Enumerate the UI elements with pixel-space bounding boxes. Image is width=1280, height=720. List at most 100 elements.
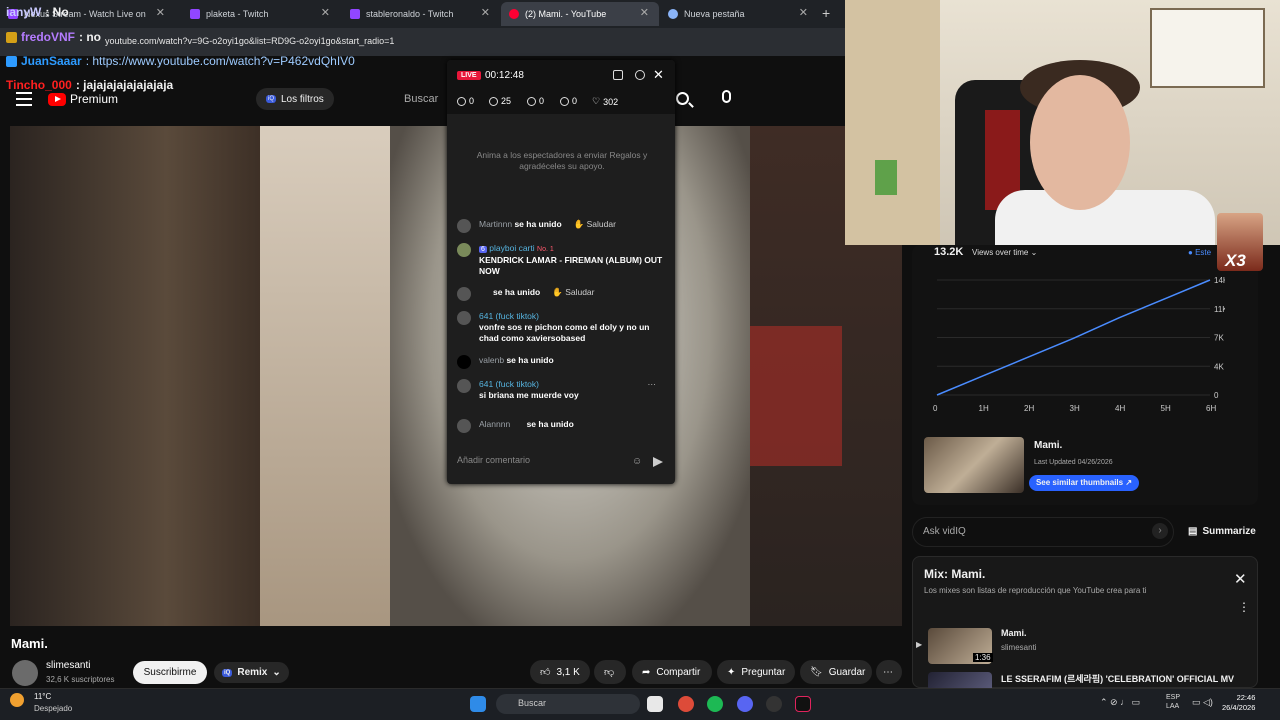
chevron-down-icon: ⌄ — [272, 667, 281, 678]
y-tick-label: 11K — [1214, 305, 1225, 314]
save-button[interactable]: 🔖︎ Guardar — [800, 660, 872, 684]
close-tab-icon[interactable]: ✕ — [799, 6, 808, 19]
share-button[interactable]: ➦ Compartir — [632, 660, 712, 684]
weather-icon[interactable] — [10, 693, 24, 707]
channel-avatar[interactable] — [12, 660, 38, 686]
chat-line: ianyW: No — [6, 5, 69, 19]
tab-new[interactable]: Nueva pestaña ✕ — [660, 2, 818, 26]
chat-line: fredoVNF: no — [6, 30, 101, 44]
discord-icon[interactable] — [737, 696, 753, 712]
system-tray-icons[interactable]: ⌃ ⊘ ♩ ▭ — [1100, 697, 1140, 708]
gift-icon — [527, 96, 536, 106]
channel-name[interactable]: slimesanti — [46, 660, 90, 671]
stat-new-followers: 0 — [560, 96, 577, 106]
microphone-icon[interactable] — [722, 90, 731, 103]
windows-taskbar — [0, 688, 1280, 720]
share-icon: ➦ — [642, 666, 651, 678]
taskbar-search[interactable]: Buscar — [496, 694, 640, 714]
close-icon[interactable]: ✕ — [1234, 570, 1247, 588]
stat-guests: 0 — [457, 96, 474, 106]
language-indicator[interactable]: ESP LAA — [1166, 693, 1180, 711]
tab-youtube[interactable]: (2) Mami. - YouTube ✕ — [501, 2, 659, 26]
duration: 1:36 — [973, 653, 993, 662]
live-badge: LIVE — [457, 71, 481, 80]
chevron-right-icon[interactable]: › — [1152, 523, 1168, 539]
metric-select[interactable]: Views over time ⌄ — [972, 248, 1037, 257]
tiktok-icon[interactable] — [795, 696, 811, 712]
avatar — [457, 243, 471, 257]
more-actions-icon[interactable]: ⋯ — [876, 660, 902, 684]
video-title: Mami. — [11, 636, 48, 651]
settings-icon[interactable] — [635, 70, 645, 80]
card-title: Mami. — [1034, 440, 1063, 451]
chevron-down-icon: ⌄ — [1030, 248, 1038, 257]
add-user-icon — [560, 96, 569, 106]
emoji-icon[interactable]: ☺ — [632, 456, 642, 467]
clock[interactable]: 22:46 26/4/2026 — [1222, 693, 1255, 713]
globe-icon — [668, 9, 678, 19]
live-timer: 00:12:48 — [485, 70, 524, 81]
users-icon — [457, 96, 466, 106]
remix-button[interactable]: iQ Remix ⌄ — [214, 662, 289, 683]
spotify-icon[interactable] — [707, 696, 723, 712]
y-tick-label: 7K — [1214, 334, 1224, 343]
chrome-icon[interactable] — [678, 696, 694, 712]
avatar — [457, 287, 471, 301]
ask-vidiq-placeholder: Ask vidIQ — [923, 526, 966, 537]
lock-icon[interactable] — [613, 70, 623, 80]
playlist-item[interactable]: ▶ 1:36 Mami. slimesanti — [916, 628, 1246, 668]
like-button[interactable]: 👍︎ 3,1 K — [530, 660, 590, 684]
weather-temp: 11°C — [34, 692, 52, 701]
send-icon[interactable] — [653, 457, 663, 467]
mix-subtitle: Los mixes son listas de reproducción que… — [924, 586, 1147, 595]
more-options-icon[interactable]: ⋮ — [1238, 600, 1250, 614]
avatar — [457, 379, 471, 393]
live-panel-header: LIVE 00:12:48 ✕ 0 25 0 0 ♡ 302 — [447, 60, 675, 114]
chart-legend: ● Este — [1188, 248, 1212, 257]
see-similar-thumbnails-button[interactable]: See similar thumbnails ↗ — [1029, 475, 1139, 491]
playlist-item[interactable]: LE SSERAFIM (르세라핌) 'CELEBRATION' OFFICIA… — [916, 672, 1246, 688]
stat-viewers: 25 — [489, 96, 511, 106]
subscriber-count: 32,6 K suscriptores — [46, 675, 115, 684]
close-tab-icon[interactable]: ✕ — [640, 6, 649, 19]
obs-icon[interactable] — [766, 696, 782, 712]
dislike-button[interactable]: 👎︎ — [594, 660, 626, 684]
new-tab-icon[interactable]: + — [822, 5, 830, 21]
wave-button[interactable]: ✋ Saludar — [574, 219, 616, 229]
more-options-icon[interactable]: ⋯ — [648, 379, 657, 390]
search-icon[interactable] — [676, 92, 689, 105]
start-icon[interactable] — [470, 696, 486, 712]
subscribe-button[interactable]: Suscribirme — [133, 661, 207, 684]
x-tick-label: 5H — [1161, 404, 1171, 413]
ask-button[interactable]: ✦ Preguntar — [717, 660, 795, 684]
x-tick-label: 2H — [1024, 404, 1034, 413]
avatar — [457, 419, 471, 433]
heart-icon: ♡ — [592, 96, 601, 106]
youtube-icon — [509, 9, 519, 19]
video-thumbnail[interactable] — [924, 437, 1024, 493]
stat-gifts: 0 — [527, 96, 544, 106]
wall-drawing — [1150, 8, 1265, 88]
stat-likes: ♡ 302 — [592, 96, 619, 107]
explorer-icon[interactable] — [647, 696, 663, 712]
wave-button[interactable]: ✋ Saludar — [552, 287, 594, 297]
webcam-overlay — [845, 0, 1280, 245]
sparkle-icon: ✦ — [727, 666, 736, 678]
close-tab-icon[interactable]: ✕ — [481, 6, 490, 19]
bookmark-icon: 🔖︎ — [810, 666, 823, 678]
network-icon[interactable]: ▭ ◁) — [1192, 697, 1213, 708]
view-count: 13.2K — [934, 246, 964, 258]
close-icon[interactable]: ✕ — [653, 67, 664, 83]
x-tick-label: 6H — [1206, 404, 1216, 413]
comment-input[interactable]: Añadir comentario — [457, 452, 647, 472]
badge-icon — [6, 55, 17, 67]
summarize-button[interactable]: ▤ Summarize — [1188, 526, 1256, 537]
x-tick-label: 3H — [1070, 404, 1080, 413]
x-tick-label: 1H — [979, 404, 989, 413]
chat-line: Tincho_000: jajajajajajajajaja — [6, 78, 174, 92]
level-badge: 6 — [479, 246, 487, 253]
y-tick-label: 0 — [1214, 391, 1219, 400]
thumbnail — [928, 672, 992, 688]
thumbs-down-icon: 👎︎ — [604, 667, 615, 678]
stream-chat-overlay: ianyW: No fredoVNF: no JuanSaaar: https:… — [0, 0, 420, 100]
